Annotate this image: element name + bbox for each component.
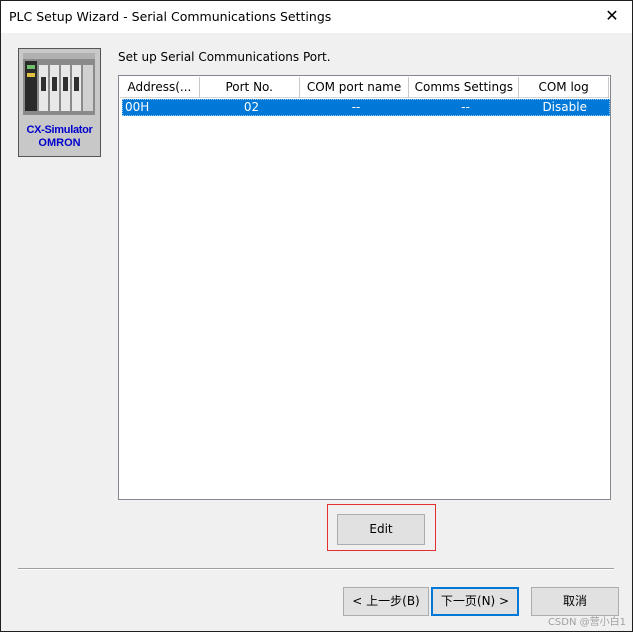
serial-port-list[interactable]: Address(... Port No. COM port name Comms… bbox=[118, 75, 611, 500]
wizard-window: PLC Setup Wizard - Serial Communications… bbox=[0, 0, 633, 632]
cx-simulator-logo: CX-Simulator OMRON bbox=[18, 48, 101, 157]
cancel-button[interactable]: 取消 bbox=[531, 587, 619, 616]
edit-button[interactable]: Edit bbox=[337, 514, 425, 545]
logo-product-text: CX-Simulator bbox=[26, 124, 93, 136]
column-header-com-log[interactable]: COM log bbox=[519, 77, 610, 98]
close-icon[interactable]: ✕ bbox=[602, 6, 622, 26]
window-title: PLC Setup Wizard - Serial Communications… bbox=[9, 9, 332, 24]
column-header-com-port-name[interactable]: COM port name bbox=[299, 77, 410, 98]
column-header-port-no[interactable]: Port No. bbox=[199, 77, 300, 98]
next-button[interactable]: 下一页(N) > bbox=[431, 587, 519, 616]
list-header: Address(... Port No. COM port name Comms… bbox=[120, 77, 610, 98]
footer-divider bbox=[18, 568, 614, 570]
logo-brand-text: OMRON bbox=[38, 137, 81, 149]
column-header-address[interactable]: Address(... bbox=[120, 77, 200, 98]
cell-address: 00H bbox=[125, 100, 150, 114]
instruction-text: Set up Serial Communications Port. bbox=[118, 50, 331, 64]
plc-rack-icon bbox=[23, 53, 95, 115]
column-header-comms-settings[interactable]: Comms Settings bbox=[409, 77, 520, 98]
back-button[interactable]: < 上一步(B) bbox=[343, 587, 429, 616]
watermark-text: CSDN @营小白1 bbox=[547, 617, 626, 628]
cell-com-port-name: -- bbox=[351, 100, 361, 114]
title-bar: PLC Setup Wizard - Serial Communications… bbox=[1, 1, 632, 33]
table-row[interactable]: 00H 02 -- -- Disable bbox=[122, 99, 610, 116]
cell-com-log: Disable bbox=[542, 100, 587, 114]
cell-comms-settings: -- bbox=[461, 100, 470, 114]
cell-port-no: 02 bbox=[243, 100, 260, 114]
